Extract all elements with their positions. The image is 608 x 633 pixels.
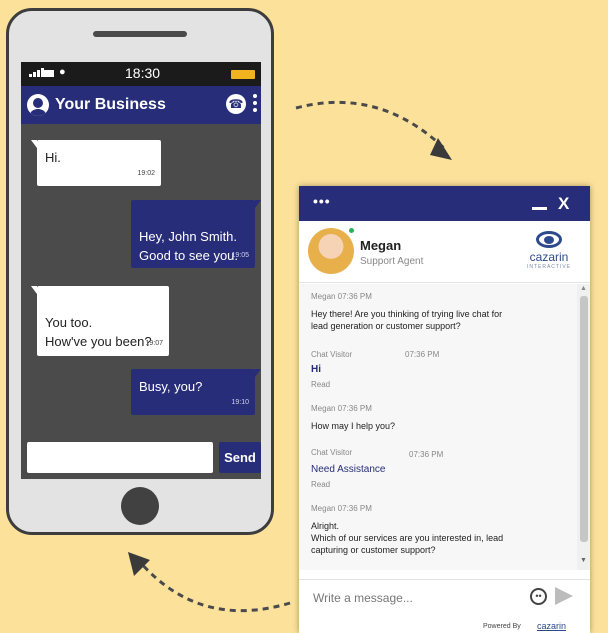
message-bubble-incoming: You too. How've you been? 19:07 (31, 286, 169, 356)
agent-message-text: How may I help you? (311, 421, 396, 431)
brand-logo: cazarin INTERACTIVE (523, 231, 575, 275)
close-icon[interactable]: X (558, 194, 569, 214)
message-input[interactable]: Write a message... •• (299, 579, 590, 615)
app-header: Your Business ☎ (21, 86, 261, 124)
message-input-placeholder[interactable]: Write a message... (313, 591, 413, 605)
scroll-up-icon[interactable]: ▲ (580, 285, 587, 292)
message-meta: Megan 07:36 PM (311, 504, 372, 513)
message-text: You too. How've you been? (45, 315, 152, 349)
powered-by-label: Powered By (483, 623, 521, 630)
message-meta: Megan 07:36 PM (311, 404, 372, 413)
chat-widget: ••• X Megan Support Agent cazarin INTERA… (299, 186, 590, 633)
online-status-icon (348, 227, 355, 234)
brand-logo-icon (536, 231, 562, 248)
message-time: 07:36 PM (409, 450, 444, 459)
app-title: Your Business (55, 96, 166, 113)
status-time: 18:30 (125, 65, 161, 81)
brand-name: cazarin (529, 250, 569, 264)
send-icon[interactable] (555, 587, 573, 605)
message-bubble-outgoing: Hey, John Smith. Good to see you. 19:05 (131, 200, 261, 268)
message-bubble-incoming: Hi. 19:02 (31, 140, 161, 186)
widget-menu-icon[interactable]: ••• (313, 193, 331, 209)
message-time: 19:10 (231, 399, 249, 406)
widget-header: ••• X (299, 186, 590, 221)
phone-message-input[interactable] (27, 442, 213, 473)
message-icon (43, 70, 54, 77)
phone-mockup: ● 18:30 Your Business ☎ Hi. 19:02 Hey, J… (6, 8, 274, 535)
scroll-down-icon[interactable]: ▼ (580, 557, 587, 564)
home-button[interactable] (121, 487, 159, 525)
status-bar: ● 18:30 (21, 62, 261, 86)
message-sender: Chat Visitor (311, 350, 353, 359)
message-meta: Megan 07:36 PM (311, 292, 372, 301)
send-button[interactable]: Send (219, 442, 261, 473)
location-icon: ● (59, 66, 66, 78)
message-text: Hey, John Smith. Good to see you. (139, 229, 239, 263)
agent-role: Support Agent (360, 256, 424, 267)
message-sender: Chat Visitor (311, 448, 353, 457)
message-text: Hi. (45, 150, 61, 165)
signal-icon (29, 68, 44, 77)
minimize-icon[interactable] (532, 207, 547, 210)
agent-info: Megan Support Agent cazarin INTERACTIVE (299, 221, 590, 283)
message-list: Megan 07:36 PM Hey there! Are you thinki… (299, 284, 577, 570)
message-scrollbar[interactable]: ▲ ▼ (577, 284, 590, 570)
message-time: 07:36 PM (405, 350, 440, 359)
agent-avatar (308, 228, 354, 274)
battery-icon (231, 70, 255, 79)
agent-name: Megan (360, 238, 402, 253)
brand-subtitle: INTERACTIVE (526, 264, 572, 270)
message-bubble-outgoing: Busy, you? 19:10 (131, 369, 261, 415)
message-time: 19:07 (145, 340, 163, 347)
emoji-icon[interactable]: •• (530, 588, 547, 605)
business-avatar-icon (27, 94, 49, 116)
visitor-message-text: Hi (311, 364, 321, 375)
read-status: Read (311, 480, 331, 489)
phone-screen: ● 18:30 Your Business ☎ Hi. 19:02 Hey, J… (21, 62, 261, 479)
more-options-icon[interactable] (253, 94, 257, 116)
phone-speaker (93, 31, 187, 37)
phone-call-icon[interactable]: ☎ (226, 94, 246, 114)
agent-message-text: Hey there! Are you thinking of trying li… (311, 309, 503, 331)
scroll-thumb[interactable] (580, 296, 588, 542)
powered-by-logo[interactable]: cazarin (537, 621, 566, 631)
agent-message-text: Alright. Which of our services are you i… (311, 521, 504, 555)
visitor-message-text: Need Assistance (311, 464, 386, 475)
message-time: 19:02 (137, 170, 155, 177)
read-status: Read (311, 380, 331, 389)
message-time: 19:05 (231, 252, 249, 259)
message-text: Busy, you? (139, 379, 203, 394)
